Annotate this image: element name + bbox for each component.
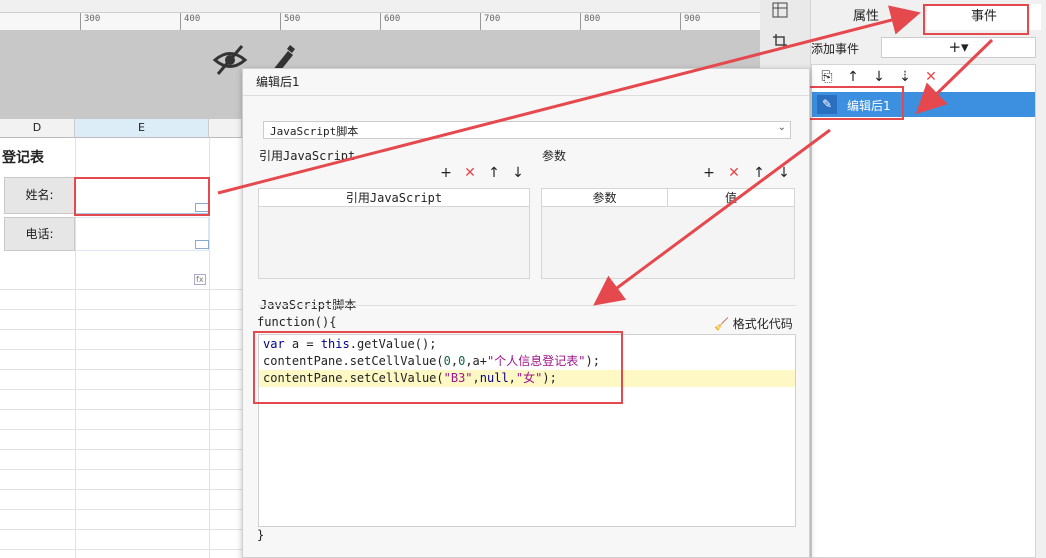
arrow-to-event-item bbox=[915, 38, 994, 115]
arrow-to-events-tab bbox=[217, 5, 921, 195]
arrow-to-code bbox=[593, 128, 831, 306]
annotation-arrows bbox=[217, 5, 994, 306]
